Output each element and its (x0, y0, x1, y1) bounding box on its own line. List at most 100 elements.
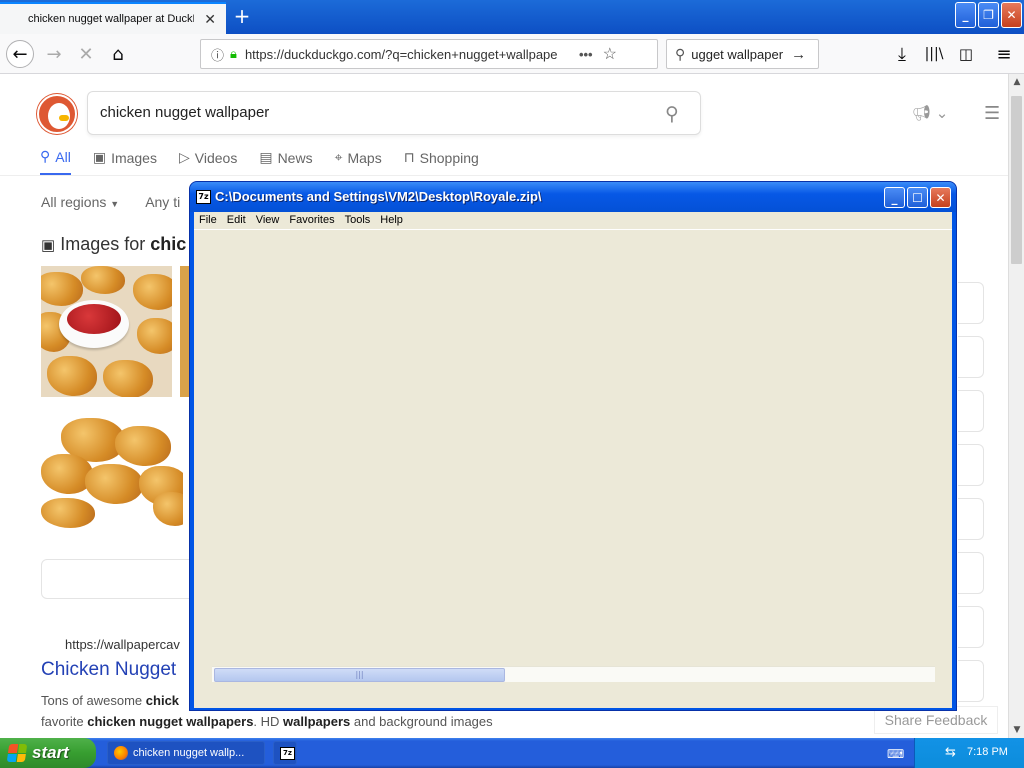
7zip-scrollbar-thumb[interactable]: ||| (214, 668, 505, 682)
map-pin-icon: ⌖ (334, 149, 343, 165)
nugget-shape (115, 426, 171, 466)
url-bar[interactable]: ⓘ 🔒︎ https://duckduckgo.com/?q=chicken+n… (200, 39, 658, 69)
snippet-text: and background images (353, 714, 493, 729)
side-card[interactable] (958, 282, 984, 324)
nugget-shape (103, 360, 153, 397)
megaphone-icon[interactable]: 📢︎ ⌄ (912, 104, 948, 122)
new-tab-icon[interactable]: + (230, 5, 254, 29)
nugget-shape (133, 274, 172, 310)
restore-window-button[interactable]: ❐ (978, 2, 999, 28)
info-icon[interactable]: ⓘ (211, 45, 224, 64)
search-icon: ⚲ (675, 45, 686, 62)
start-label: start (32, 743, 69, 762)
library-icon[interactable]: |||\ (920, 40, 948, 68)
lock-icon[interactable]: 🔒︎ (230, 46, 237, 62)
more-images-button[interactable] (41, 559, 201, 599)
back-arrow-icon[interactable]: ← (6, 40, 34, 68)
home-icon[interactable]: ⌂ (104, 40, 132, 68)
menu-hamburger-icon[interactable]: ≡ (990, 40, 1018, 68)
browser-navbar: ← → ✕ ⌂ ⓘ 🔒︎ https://duckduckgo.com/?q=c… (0, 34, 1024, 74)
menu-favorites[interactable]: Favorites (284, 212, 339, 229)
scrollbar-thumb[interactable] (1011, 96, 1022, 264)
side-card[interactable] (958, 660, 984, 702)
tab-news[interactable]: ▤ News (259, 148, 312, 175)
nugget-shape (47, 356, 97, 396)
tab-close-icon[interactable]: ✕ (204, 11, 216, 28)
menu-tools[interactable]: Tools (340, 212, 376, 229)
menu-file[interactable]: File (194, 212, 222, 229)
snippet-text: Tons of awesome (41, 693, 143, 708)
taskbar-item-7zip[interactable]: 7z (273, 741, 297, 765)
tab-label: All (55, 148, 71, 165)
sidebar-icon[interactable]: ◫ (952, 40, 980, 68)
region-filter[interactable]: All regions ▼ (41, 194, 119, 210)
minimize-window-button[interactable]: _ (955, 2, 976, 28)
page-actions-icon[interactable]: ••• (579, 47, 593, 62)
time-filter[interactable]: Any ti (145, 194, 180, 210)
result-url[interactable]: https://wallpapercav (65, 637, 180, 652)
ketchup (67, 304, 121, 334)
snippet-highlight: chick (145, 693, 180, 708)
ddg-search-icon[interactable]: ⚲ (665, 103, 679, 125)
menu-view[interactable]: View (251, 212, 285, 229)
forward-arrow-icon[interactable]: → (40, 40, 68, 68)
search-bar[interactable]: ⚲ ugget wallpaper → (666, 39, 819, 69)
7zip-maximize-button[interactable]: ☐ (907, 187, 928, 208)
side-card[interactable] (958, 606, 984, 648)
scroll-up-icon[interactable]: ▲ (1009, 74, 1024, 90)
side-card[interactable] (958, 390, 984, 432)
image-thumbnail[interactable] (41, 266, 172, 397)
search-go-arrow-icon[interactable]: → (791, 46, 806, 63)
7zip-title-bar[interactable]: 7z C:\Documents and Settings\VM2\Desktop… (190, 182, 956, 212)
tab-label: News (277, 149, 313, 166)
stop-loading-icon[interactable]: ✕ (72, 40, 100, 68)
network-icon[interactable]: ⇆ (945, 745, 961, 761)
snippet-text: favorite (41, 714, 84, 729)
7zip-minimize-button[interactable]: _ (884, 187, 905, 208)
region-filter-label: All regions (41, 194, 107, 210)
browser-tab-strip: chicken nugget wallpaper at DuckD ✕ + _ … (0, 0, 1024, 34)
image-icon: ▣ (92, 149, 107, 165)
ddg-menu-icon[interactable]: ☰ (984, 103, 1000, 124)
taskbar-item-firefox[interactable]: chicken nugget wallp... (107, 741, 265, 765)
result-title[interactable]: Chicken Nugget (41, 659, 176, 681)
nugget-shape (153, 492, 183, 526)
tab-shopping[interactable]: ⊓ Shopping (404, 148, 479, 175)
page-scrollbar[interactable]: ▲ ▼ (1008, 74, 1024, 738)
7zip-close-button[interactable]: ✕ (930, 187, 951, 208)
side-card[interactable] (958, 336, 984, 378)
url-text[interactable]: https://duckduckgo.com/?q=chicken+nugget… (245, 47, 575, 62)
image-thumbnail[interactable] (41, 406, 183, 531)
downloads-icon[interactable]: ⤓ (888, 40, 916, 68)
ddg-search-input[interactable]: chicken nugget wallpaper (87, 91, 701, 135)
start-button[interactable]: start (0, 738, 96, 768)
keyboard-icon[interactable]: ⌨ (887, 747, 904, 761)
images-heading[interactable]: ▣ Images for chic (41, 234, 186, 255)
taskbar-item-label: chicken nugget wallp... (133, 747, 245, 759)
firefox-icon (114, 746, 128, 760)
nugget-shape (41, 272, 83, 306)
7zip-app-icon[interactable]: 7z (196, 190, 211, 204)
duckduckgo-logo[interactable] (37, 94, 77, 134)
tab-maps[interactable]: ⌖ Maps (335, 148, 382, 175)
bookmark-star-icon[interactable]: ☆ (603, 44, 617, 64)
search-bar-value[interactable]: ugget wallpaper (691, 47, 783, 62)
tab-label: Maps (347, 149, 382, 166)
images-heading-prefix: Images for (60, 234, 146, 254)
7zip-horizontal-scrollbar[interactable]: ||| (212, 666, 935, 682)
clock[interactable]: 7:18 PM (967, 746, 1008, 758)
tab-videos[interactable]: ▷ Videos (179, 148, 237, 175)
side-card[interactable] (958, 444, 984, 486)
close-window-button[interactable]: ✕ (1001, 2, 1022, 28)
menu-help[interactable]: Help (375, 212, 408, 229)
browser-tab-active[interactable]: chicken nugget wallpaper at DuckD ✕ (0, 2, 226, 34)
side-card[interactable] (958, 498, 984, 540)
menu-edit[interactable]: Edit (222, 212, 251, 229)
nugget-shape (81, 266, 125, 294)
tab-all[interactable]: ⚲ All (40, 148, 71, 175)
tab-label: Images (111, 149, 157, 166)
system-tray: ⇆ 7:18 PM (914, 738, 1024, 768)
tab-images[interactable]: ▣ Images (93, 148, 157, 175)
side-card[interactable] (958, 552, 984, 594)
scroll-down-icon[interactable]: ▼ (1009, 722, 1024, 738)
